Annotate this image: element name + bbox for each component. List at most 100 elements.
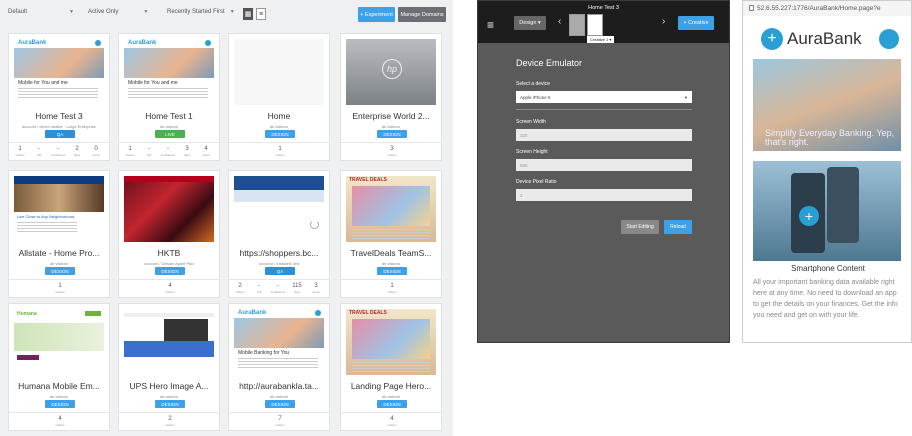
experiment-title[interactable]: HKTB <box>119 248 219 258</box>
status-badge[interactable]: DESIGN <box>377 400 407 408</box>
manage-domains-button[interactable]: Manage Domains <box>398 7 446 22</box>
status-badge[interactable]: QA <box>265 267 295 275</box>
thumb-cta <box>17 355 39 360</box>
stat-value: 115 days <box>292 283 302 294</box>
reload-button[interactable]: Reload <box>664 220 692 234</box>
experiment-stats: 2 visitors - CR - confidence 115 days 3 views <box>229 279 329 297</box>
experiment-title[interactable]: Home Test 3 <box>9 111 109 121</box>
experiment-card[interactable]: AuraBank Mobile for You and me Home Test 1… <box>118 33 220 161</box>
thumb-header: AuraBank <box>234 309 324 318</box>
url-text: 52.6.55.227:1776/AuraBank/Home.page?e <box>757 5 881 12</box>
filter-status-dropdown[interactable]: Active Only ▼ <box>88 9 148 15</box>
experiment-card[interactable]: HKTB account / Desain Apple Pad DESIGN 4 vis… <box>118 170 220 298</box>
experiment-thumbnail[interactable]: AuraBank Mobile Banking for You <box>234 309 324 375</box>
screen-height-input[interactable]: 568 <box>516 159 692 171</box>
experiment-title[interactable]: Home <box>229 111 329 121</box>
screen-width-input[interactable]: 320 <box>516 129 692 141</box>
experiment-thumbnail[interactable]: Allstate Live Close to Any Neighborhood <box>14 176 104 242</box>
new-creative-button[interactable]: + Creative <box>678 16 714 30</box>
thumb-button <box>85 311 101 316</box>
experiment-card[interactable]: https://shoppers.bc... account / Installe… <box>228 170 330 298</box>
section-caption: Smartphone Content <box>791 264 865 273</box>
status-badge[interactable]: DESIGN <box>265 400 295 408</box>
variation-thumbnail[interactable] <box>569 14 585 36</box>
chevron-down-icon: ▼ <box>684 94 688 100</box>
thumb-tagline: Mobile for You and me <box>18 80 68 86</box>
experiment-title[interactable]: Home Test 1 <box>119 111 219 121</box>
experiment-subtitle: account / Desain Apple Pad <box>144 261 194 266</box>
experiment-title[interactable]: Enterprise World 2... <box>341 111 441 121</box>
stat-value: - confidence <box>160 146 176 157</box>
experiment-card[interactable]: TRAVEL DEALS Landing Page Hero... ab visit… <box>340 303 442 431</box>
experiment-title[interactable]: Landing Page Hero... <box>341 381 441 391</box>
experiment-thumbnail[interactable]: TRAVEL DEALS <box>346 309 436 375</box>
experiment-subtitle: ab visitors <box>49 394 68 399</box>
chevron-left-icon[interactable]: ‹ <box>558 16 561 27</box>
experiment-card[interactable]: TRAVEL DEALS TravelDeals TeamS... ab visit… <box>340 170 442 298</box>
loading-spinner-icon <box>310 220 319 229</box>
experiment-thumbnail[interactable] <box>234 176 324 242</box>
experiment-card[interactable]: Humana Humana Mobile Em... ab visitors DESI… <box>8 303 110 431</box>
stat-value: 2 days <box>73 146 81 157</box>
experiment-subtitle: ab visitors <box>159 394 178 399</box>
chevron-right-icon[interactable]: › <box>662 16 665 27</box>
experiment-card[interactable]: AuraBank Mobile for You and me Home Test 3… <box>8 33 110 161</box>
experiment-stats: 4 visitors <box>341 412 441 430</box>
experiment-title[interactable]: Allstate - Home Pro... <box>9 248 109 258</box>
experiment-card[interactable]: hp Enterprise World 2... ab visitors DESIGN… <box>340 33 442 161</box>
stat-value: - CR <box>256 283 262 294</box>
experiment-thumbnail[interactable] <box>124 176 214 242</box>
experiment-card[interactable]: Home ab visitors DESIGN 1 visitors <box>228 33 330 161</box>
experiment-thumbnail[interactable]: Humana <box>14 309 104 375</box>
experiment-subtitle: ab visitors <box>269 124 288 129</box>
experiment-thumbnail[interactable]: AuraBank Mobile for You and me <box>124 39 214 105</box>
status-badge[interactable]: DESIGN <box>45 267 75 275</box>
status-badge[interactable]: DESIGN <box>377 267 407 275</box>
status-badge[interactable]: QA <box>45 130 75 138</box>
status-badge[interactable]: DESIGN <box>265 130 295 138</box>
status-badge[interactable]: DESIGN <box>377 130 407 138</box>
experiment-title[interactable]: https://shoppers.bc... <box>229 248 329 258</box>
device-select[interactable]: Apple iPhone 5 ▼ <box>516 91 692 103</box>
new-experiment-button[interactable]: + Experiment <box>358 7 395 22</box>
status-badge[interactable]: DESIGN <box>155 267 185 275</box>
variation-thumbnail-selected[interactable] <box>587 14 603 36</box>
experiment-stats: 4 visitors <box>9 412 109 430</box>
experiment-card[interactable]: AllstateLive Close to Any Neighborhood Al… <box>8 170 110 298</box>
stat-value: 1 visitors <box>275 146 285 157</box>
start-editing-button[interactable]: Start Editing <box>621 220 659 234</box>
grid-view-icon[interactable]: ▦ <box>243 8 253 20</box>
pixel-ratio-input[interactable]: 2 <box>516 189 692 201</box>
list-view-icon[interactable]: ≡ <box>256 8 266 20</box>
address-bar[interactable]: 52.6.55.227:1776/AuraBank/Home.page?e <box>743 1 911 16</box>
thumb-photo <box>124 176 214 242</box>
experiment-thumbnail[interactable]: hp <box>346 39 436 105</box>
sort-dropdown[interactable]: Recently Started First ▼ <box>167 9 235 15</box>
experiment-thumbnail[interactable]: AuraBank Mobile for You and me <box>14 39 104 105</box>
experiment-title[interactable]: TravelDeals TeamS... <box>341 248 441 258</box>
creative-dropdown[interactable]: Creative 1 ▾ <box>587 36 615 43</box>
thumb-logo: Humana <box>17 311 37 317</box>
thumb-text-lines <box>17 222 77 232</box>
experiment-thumbnail[interactable]: TRAVEL DEALS <box>346 176 436 242</box>
thumb-photo <box>14 48 104 78</box>
status-badge[interactable]: DESIGN <box>45 400 75 408</box>
menu-icon[interactable] <box>879 29 899 49</box>
stat-value: 1 visitors <box>15 146 25 157</box>
experiment-title[interactable]: http://aurabankla.ta... <box>229 381 329 391</box>
hamburger-menu-icon[interactable]: ≡ <box>487 18 494 32</box>
experiment-card[interactable]: UPS Hero Image A... ab visitors DESIGN 2 vis… <box>118 303 220 431</box>
filter-default-dropdown[interactable]: Default ▼ <box>8 9 74 15</box>
experiment-card[interactable]: AuraBank Mobile Banking for You http://aur… <box>228 303 330 431</box>
experiment-stats: 1 visitors <box>9 279 109 297</box>
thumb-header <box>124 176 214 182</box>
experiment-thumbnail[interactable] <box>124 309 214 375</box>
experiment-title[interactable]: UPS Hero Image A... <box>119 381 219 391</box>
status-badge[interactable]: DESIGN <box>155 400 185 408</box>
experiment-title[interactable]: Humana Mobile Em... <box>9 381 109 391</box>
experiment-thumbnail[interactable] <box>234 39 324 105</box>
design-dropdown[interactable]: Design ▾ <box>514 16 546 30</box>
thumb-overlay <box>164 319 208 341</box>
experiment-stats: 4 visitors <box>119 279 219 297</box>
status-badge[interactable]: LIVE <box>155 130 185 138</box>
